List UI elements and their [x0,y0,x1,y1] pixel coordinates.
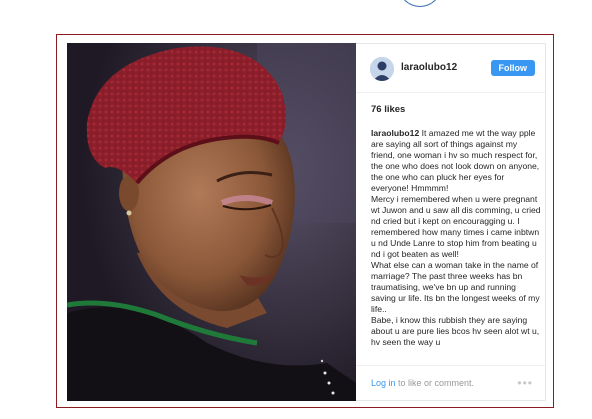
woman-portrait-image [67,43,356,401]
top-circle-decoration [398,0,442,7]
caption-paragraph: Mercy i remembered when u were pregnant … [371,194,541,259]
caption-paragraph: Babe, i know this rubbish they are sayin… [371,315,540,347]
login-link[interactable]: Log in [371,378,396,388]
username-link[interactable]: laraolubo12 [401,62,457,73]
avatar-image [370,57,394,81]
caption-paragraph: What else can a woman take in the name o… [371,260,540,314]
avatar[interactable] [370,57,394,81]
login-prompt: Log in to like or comment. [371,378,474,388]
post-frame: laraolubo12 Follow 76 likes laraolubo12 … [56,34,554,408]
follow-button[interactable]: Follow [490,60,535,76]
post-photo [67,43,356,401]
caption-paragraph: laraolubo12 It amazed me wt the way pple… [371,128,541,194]
ellipsis-icon[interactable]: ••• [517,376,533,390]
likes-count[interactable]: 76 likes [371,104,405,115]
post-header: laraolubo12 Follow [356,44,545,93]
post-footer: Log in to like or comment. ••• [356,365,545,400]
caption-username[interactable]: laraolubo12 [371,128,419,138]
login-prompt-text: to like or comment. [395,378,475,388]
post-sidebar: laraolubo12 Follow 76 likes laraolubo12 … [356,43,546,401]
post-caption: laraolubo12 It amazed me wt the way pple… [371,128,541,368]
